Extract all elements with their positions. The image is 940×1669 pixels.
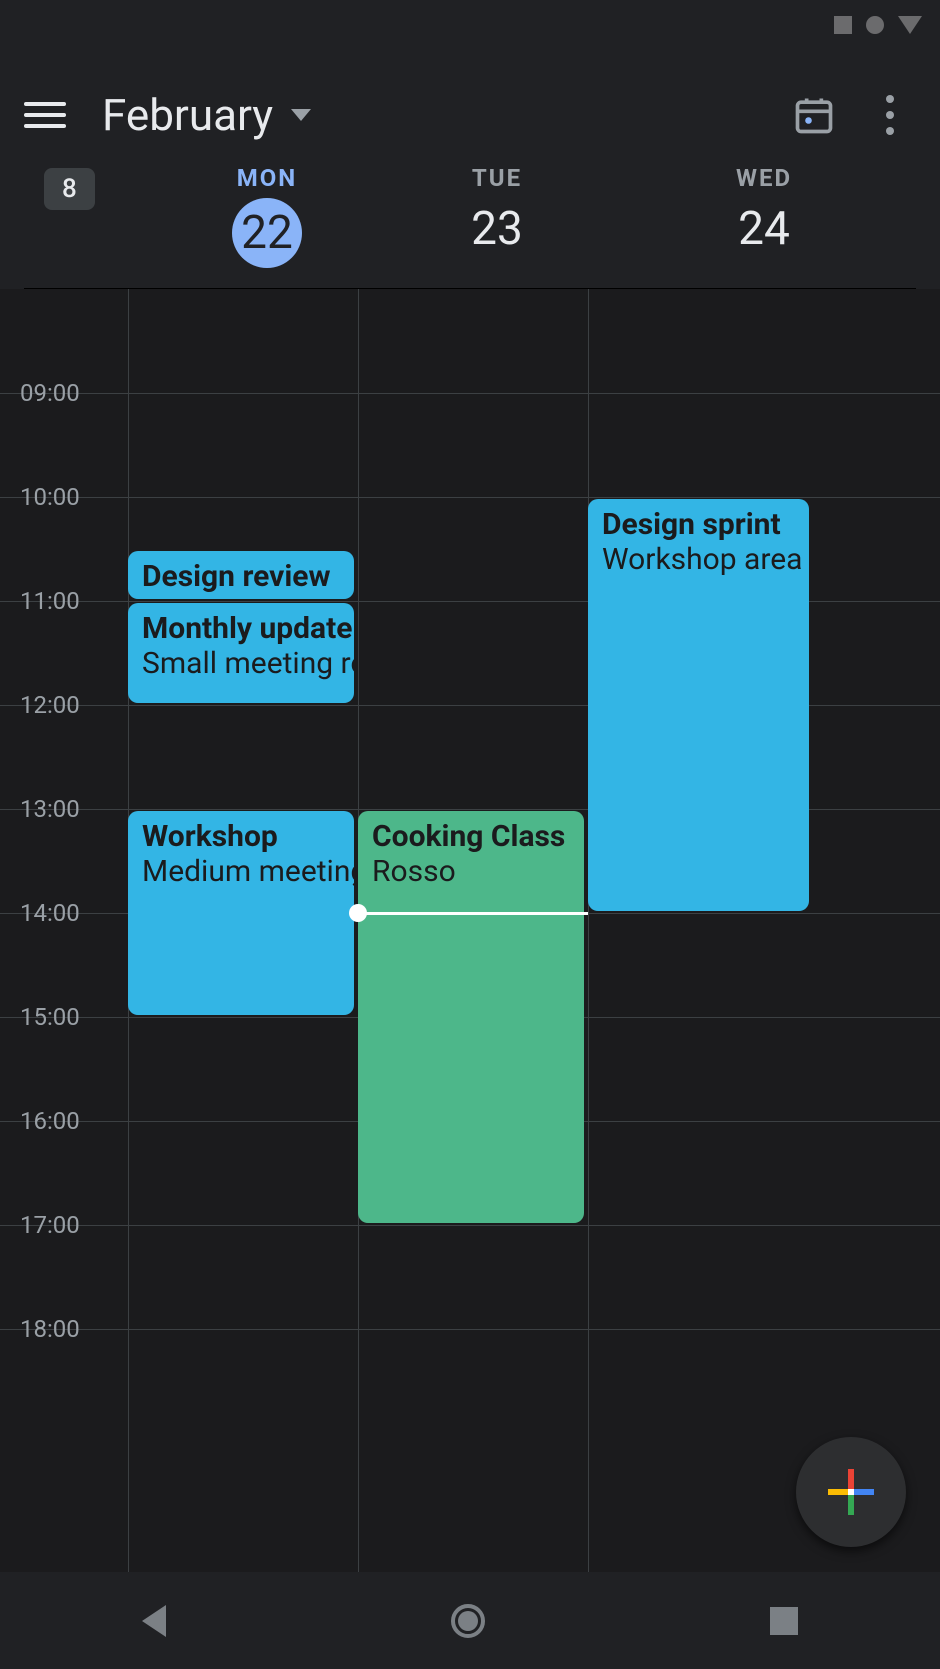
current-time-dot bbox=[349, 904, 367, 922]
event-location: Workshop area bbox=[602, 542, 795, 577]
event-title: Cooking Class bbox=[372, 819, 570, 854]
hour-label: 12:00 bbox=[20, 691, 80, 719]
hour-label: 18:00 bbox=[20, 1315, 80, 1343]
app-header: February 8 bbox=[0, 50, 940, 289]
status-indicator-triangle bbox=[898, 16, 922, 34]
hour-label: 09:00 bbox=[20, 379, 80, 407]
event-block[interactable]: WorkshopMedium meeting bbox=[128, 811, 354, 1015]
day-header-mon[interactable]: MON 22 bbox=[152, 164, 382, 268]
day-header-tue[interactable]: TUE 23 bbox=[382, 164, 612, 268]
hour-gridline bbox=[0, 1225, 940, 1226]
event-block[interactable]: Cooking ClassRosso bbox=[358, 811, 584, 1223]
status-indicator-square bbox=[834, 16, 852, 34]
day-number: 24 bbox=[612, 202, 916, 256]
chevron-down-icon bbox=[291, 109, 311, 121]
calendar-today-icon bbox=[792, 93, 836, 137]
plus-icon bbox=[828, 1469, 874, 1515]
event-title: Monthly update bbox=[142, 611, 340, 646]
day-col-divider bbox=[588, 289, 589, 1589]
system-nav-bar bbox=[0, 1572, 940, 1669]
hamburger-icon bbox=[24, 102, 66, 106]
event-title: Design sprint bbox=[602, 507, 795, 542]
status-bar bbox=[0, 0, 940, 50]
hour-label: 15:00 bbox=[20, 1003, 80, 1031]
hour-gridline bbox=[0, 393, 940, 394]
event-block[interactable]: Design review bbox=[128, 551, 354, 599]
status-indicator-circle bbox=[866, 16, 884, 34]
event-location: Medium meeting bbox=[142, 854, 340, 889]
month-label: February bbox=[102, 89, 273, 141]
event-block[interactable]: Design sprintWorkshop area bbox=[588, 499, 809, 911]
event-title: Workshop bbox=[142, 819, 340, 854]
menu-button[interactable] bbox=[24, 102, 72, 128]
event-location: Small meeting ro bbox=[142, 646, 340, 681]
hour-label: 13:00 bbox=[20, 795, 80, 823]
day-number: 23 bbox=[382, 202, 612, 256]
day-header-row: 8 MON 22 TUE 23 WED 24 bbox=[24, 150, 916, 289]
hour-label: 10:00 bbox=[20, 483, 80, 511]
nav-home-button[interactable] bbox=[451, 1604, 485, 1638]
nav-back-button[interactable] bbox=[142, 1605, 166, 1637]
calendar-grid[interactable]: 09:00 10:00 11:00 12:00 13:00 14:00 15:00 16:00… bbox=[0, 289, 940, 1589]
day-of-week-label: MON bbox=[152, 164, 382, 192]
hour-label: 17:00 bbox=[20, 1211, 80, 1239]
today-button[interactable] bbox=[792, 93, 836, 137]
overflow-menu-button[interactable] bbox=[874, 95, 906, 135]
hour-label: 16:00 bbox=[20, 1107, 80, 1135]
day-number: 22 bbox=[232, 198, 302, 268]
day-of-week-label: TUE bbox=[382, 164, 612, 192]
day-of-week-label: WED bbox=[612, 164, 916, 192]
current-time-indicator bbox=[358, 912, 588, 915]
dots-vertical-icon bbox=[886, 95, 894, 103]
event-block[interactable]: Monthly updateSmall meeting ro bbox=[128, 603, 354, 703]
hour-gridline bbox=[0, 1329, 940, 1330]
hour-gridline bbox=[0, 497, 940, 498]
hour-label: 11:00 bbox=[20, 587, 80, 615]
event-title: Design review bbox=[142, 559, 340, 594]
day-header-wed[interactable]: WED 24 bbox=[612, 164, 916, 268]
hour-label: 14:00 bbox=[20, 899, 80, 927]
add-event-button[interactable] bbox=[796, 1437, 906, 1547]
month-picker[interactable]: February bbox=[102, 89, 311, 141]
event-location: Rosso bbox=[372, 854, 570, 889]
nav-recent-button[interactable] bbox=[770, 1607, 798, 1635]
week-number-badge: 8 bbox=[44, 168, 95, 210]
